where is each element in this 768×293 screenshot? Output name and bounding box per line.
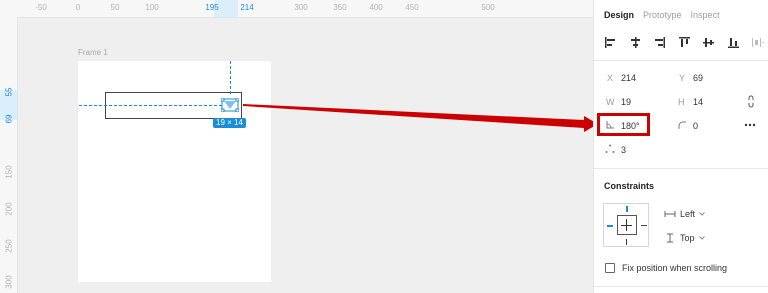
constraint-left-active[interactable]	[607, 225, 613, 227]
chevron-down-icon	[699, 212, 705, 216]
ruler-x-tick: 100	[145, 3, 159, 12]
frame-label[interactable]: Frame 1	[78, 48, 108, 57]
align-right-icon[interactable]	[653, 36, 666, 49]
selection-handle[interactable]	[235, 108, 239, 112]
vertical-measure-guide	[230, 61, 231, 94]
ruler-x-tick: 400	[369, 3, 383, 12]
corner-radius-icon	[678, 121, 686, 129]
panel-divider	[594, 60, 768, 61]
ruler-x-tick: 0	[75, 3, 81, 12]
height-input[interactable]: 14	[693, 97, 703, 107]
tab-prototype[interactable]: Prototype	[643, 10, 682, 20]
selection-handle[interactable]	[221, 108, 225, 112]
fix-position-checkbox[interactable]	[605, 263, 615, 273]
constraint-widget[interactable]	[603, 203, 649, 247]
ruler-x-tick: 500	[481, 3, 495, 12]
panel-tabs: Design Prototype Inspect	[604, 10, 720, 20]
alignment-toolbar	[604, 35, 764, 49]
constraint-cross-horizontal	[621, 225, 632, 226]
polygon-points-input[interactable]: 3	[621, 145, 626, 155]
selection-handle[interactable]	[235, 98, 239, 102]
horizontal-measure-guide	[79, 105, 222, 106]
align-left-icon[interactable]	[604, 36, 617, 49]
align-bottom-icon[interactable]	[727, 36, 740, 49]
panel-divider	[594, 168, 768, 169]
more-options-icon[interactable]	[744, 123, 756, 127]
vertical-constraint-icon	[667, 233, 673, 243]
rotation-highlight-annotation	[597, 113, 650, 136]
constraint-top-active[interactable]	[626, 206, 628, 212]
align-top-icon[interactable]	[678, 36, 691, 49]
ruler-x-tick-selection-start: 195	[205, 3, 219, 12]
tab-design[interactable]: Design	[604, 10, 634, 20]
x-label: X	[607, 73, 614, 83]
ruler-y-tick: 150	[4, 165, 14, 179]
constrain-proportions-icon[interactable]	[747, 95, 755, 108]
align-horizontal-center-icon[interactable]	[629, 36, 642, 49]
size-badge: 19 × 14	[213, 118, 246, 128]
ruler-corner	[0, 0, 18, 18]
chevron-down-icon	[698, 236, 705, 240]
horizontal-constraint-value: Left	[680, 209, 696, 219]
fix-position-row: Fix position when scrolling	[605, 263, 727, 273]
ruler-x-tick: 300	[294, 3, 308, 12]
align-vertical-center-icon[interactable]	[702, 36, 715, 49]
horizontal-constraint-select[interactable]: Left	[664, 209, 705, 219]
properties-panel: Design Prototype Inspect X 214 Y 69 W 19…	[593, 0, 768, 293]
ruler-x-tick: 350	[333, 3, 347, 12]
y-label: Y	[679, 73, 686, 83]
tab-inspect[interactable]: Inspect	[691, 10, 720, 20]
constraint-bottom[interactable]	[626, 239, 627, 245]
ruler-x-tick: 450	[405, 3, 419, 12]
vertical-constraint-value: Top	[680, 233, 695, 243]
panel-divider	[594, 286, 768, 287]
ruler-y-tick-selection-end: 69	[4, 114, 14, 124]
ruler-x-tick: -50	[35, 3, 47, 12]
height-label: H	[678, 97, 685, 107]
width-label: W	[606, 97, 615, 107]
fix-position-label: Fix position when scrolling	[622, 263, 728, 273]
y-input[interactable]: 69	[693, 73, 703, 83]
ruler-y-tick: 300	[4, 275, 14, 289]
width-input[interactable]: 19	[621, 97, 631, 107]
x-input[interactable]: 214	[621, 73, 636, 83]
ruler-y-tick: 200	[4, 202, 14, 216]
corner-radius-input[interactable]: 0	[693, 121, 698, 131]
ruler-x-tick-selection-end: 214	[240, 3, 254, 12]
constraints-title: Constraints	[604, 181, 655, 191]
selected-triangle-layer[interactable]	[221, 98, 239, 112]
vertical-constraint-select[interactable]: Top	[664, 233, 705, 243]
selection-handle[interactable]	[221, 98, 225, 102]
polygon-points-icon	[605, 144, 615, 153]
distribute-icon[interactable]	[751, 36, 764, 49]
ruler-y-tick: 250	[4, 239, 14, 253]
ruler-y-tick-selection-start: 55	[4, 87, 14, 97]
constraint-right[interactable]	[641, 225, 647, 226]
ruler-x-tick: 50	[110, 3, 120, 12]
horizontal-constraint-icon	[664, 211, 676, 217]
